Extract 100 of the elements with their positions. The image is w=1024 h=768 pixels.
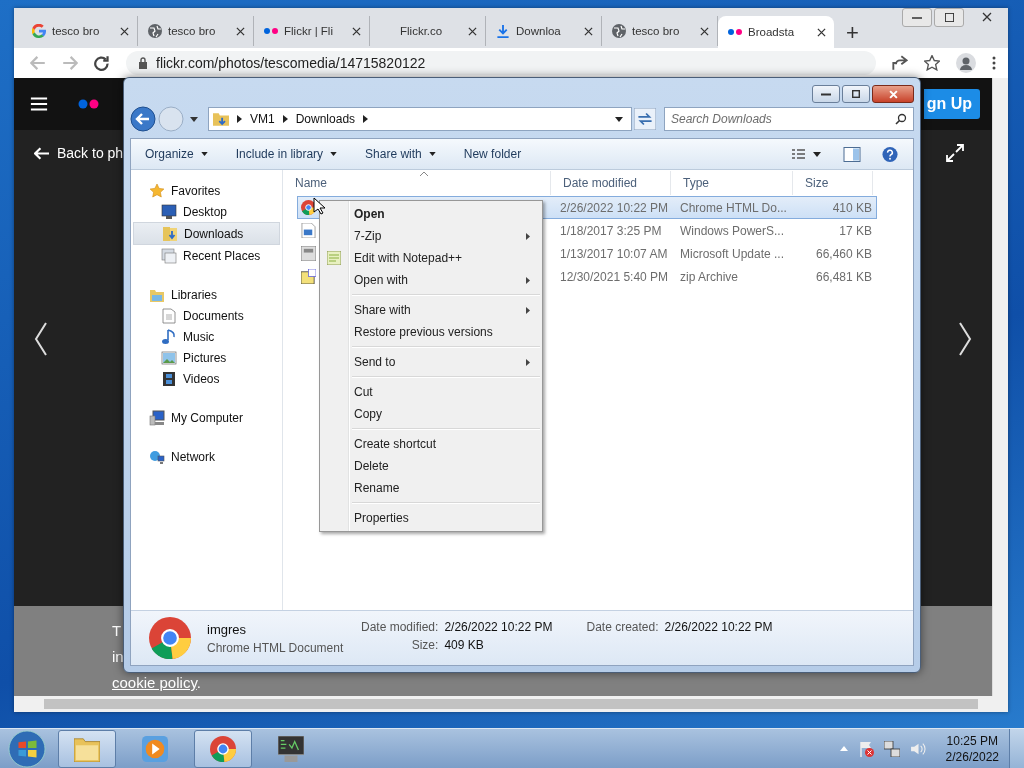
menu-icon[interactable] [30,96,48,112]
action-center-flag-icon[interactable] [857,740,874,757]
breadcrumb-item[interactable]: VM1 [250,112,275,126]
search-field[interactable]: Search Downloads [664,107,914,131]
menu-item[interactable]: Properties [320,507,542,529]
nav-item[interactable]: Network [131,446,282,467]
nav-item[interactable]: Desktop [131,201,282,222]
new-tab-button[interactable]: + [834,18,871,48]
back-button[interactable] [130,106,156,132]
menu-item[interactable]: Send to [320,351,542,373]
minimize-button[interactable] [902,8,932,27]
sign-up-button[interactable]: gn Up [923,89,980,119]
browser-tab[interactable]: Flickr | Fli [254,16,370,46]
music-note-icon [161,328,177,345]
table-cell-text: 12/30/2021 5:40 PM [559,269,670,284]
browser-tab[interactable]: tesco bro [22,16,138,46]
nav-item[interactable]: Pictures [131,347,282,368]
submenu-arrow-icon [526,358,530,366]
menu-item[interactable]: Delete [320,455,542,477]
menu-item[interactable]: Restore previous versions [320,321,542,343]
folder-icon [213,112,229,126]
menu-item[interactable]: Edit with Notepad++ [320,247,542,269]
notepad-icon [327,251,341,265]
network-icon [149,448,165,465]
menu-item[interactable]: Copy [320,403,542,425]
table-cell-text: 410 KB [831,200,873,215]
back-link[interactable]: Back to ph [34,145,124,161]
close-icon[interactable] [817,27,826,37]
menu-item[interactable]: Share with [320,299,542,321]
nav-item[interactable]: Music [131,326,282,347]
google-icon [32,24,46,38]
cookie-policy-link[interactable]: cookie policy [112,674,197,691]
nav-item[interactable]: Libraries [131,284,282,305]
show-desktop-button[interactable] [1009,728,1024,768]
menu-item[interactable]: Rename [320,477,542,499]
menu-item[interactable]: 7-Zip [320,225,542,247]
menu-item[interactable]: Cut [320,381,542,403]
browser-tab[interactable]: tesco bro [602,16,718,46]
horizontal-scrollbar[interactable] [14,696,1008,712]
nav-item[interactable]: Downloads [133,222,280,245]
submenu-arrow-icon [526,306,530,314]
recent-places-icon [161,247,177,264]
close-icon[interactable] [584,26,593,36]
reload-icon[interactable] [94,55,110,71]
taskbar-button[interactable] [194,729,252,768]
view-options-icon[interactable] [791,148,823,160]
close-icon[interactable] [352,26,361,36]
close-icon[interactable] [468,26,477,36]
star-icon[interactable] [924,55,940,71]
maximize-button[interactable] [934,8,964,27]
share-icon[interactable] [892,55,908,71]
nav-item[interactable]: Documents [131,305,282,326]
vertical-scrollbar[interactable] [992,78,1008,696]
menu-item[interactable]: Open with [320,269,542,291]
caret-icon[interactable] [615,116,623,122]
refresh-icon[interactable] [634,108,656,130]
toolbar-button[interactable]: Include in library [235,147,338,161]
expand-icon[interactable] [946,144,964,162]
profile-avatar-icon[interactable] [956,53,976,73]
column-header[interactable]: Type [671,171,793,195]
caret-icon[interactable] [190,116,198,122]
column-header[interactable]: Name [283,171,551,195]
sort-indicator-icon [420,172,428,176]
back-arrow-icon [34,146,49,160]
help-icon[interactable] [881,145,899,163]
preview-pane-icon[interactable] [843,145,861,163]
address-bar[interactable]: flickr.com/photos/tescomedia/14715820122 [126,51,876,75]
start-button[interactable] [8,729,46,768]
browser-tab[interactable]: Flickr.co [370,16,486,46]
nav-item[interactable]: Favorites [131,180,282,201]
column-header[interactable]: Date modified [551,171,671,195]
taskbar-button[interactable] [58,729,116,768]
minimize-button[interactable] [812,85,840,103]
browser-tab[interactable]: tesco bro [138,16,254,46]
nav-item[interactable]: My Computer [131,407,282,428]
detail-label: Date created: [586,620,659,634]
close-icon[interactable] [120,26,129,36]
browser-tab[interactable]: Downloa [486,16,602,46]
maximize-icon [852,90,860,98]
nav-item[interactable]: Recent Places [131,245,282,266]
close-icon[interactable] [700,26,709,36]
script-file-icon [301,223,316,238]
menu-item[interactable]: Create shortcut [320,433,542,455]
toolbar-button[interactable]: Share with [365,147,436,161]
clock-time[interactable]: 10:25 PM [946,732,998,749]
breadcrumb-item[interactable]: Downloads [295,112,356,126]
maximize-button[interactable] [842,85,870,103]
network-icon[interactable] [883,740,900,757]
detail-value: 409 KB [444,638,485,652]
clock-date[interactable]: 2/26/2022 [945,748,999,765]
browser-tab[interactable]: Broadsta [718,16,834,48]
close-button[interactable] [872,85,914,103]
nav-item[interactable]: Videos [131,368,282,389]
maximize-icon [944,13,954,22]
toolbar-button[interactable]: New folder [463,147,522,161]
close-icon[interactable] [236,26,245,36]
toolbar-button[interactable]: Organize [145,147,208,161]
address-bar[interactable]: VM1 Downloads [208,107,632,131]
column-header[interactable]: Size [793,171,873,195]
menu-icon[interactable] [992,55,996,71]
